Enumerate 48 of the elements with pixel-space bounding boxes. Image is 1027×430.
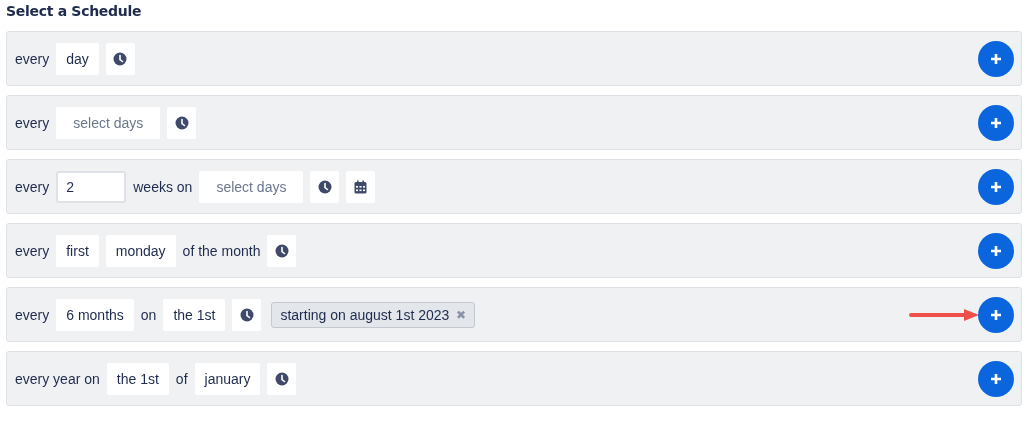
select-field[interactable]: first: [56, 234, 99, 267]
time-button[interactable]: [232, 298, 262, 331]
plus-icon: [990, 372, 1002, 385]
time-button[interactable]: [310, 170, 340, 203]
row-label: every: [15, 306, 50, 323]
row-label: of: [175, 370, 188, 387]
clock-icon: [113, 51, 128, 66]
clock-icon: [174, 115, 189, 130]
date-button[interactable]: [346, 170, 376, 203]
select-field[interactable]: select days: [199, 170, 304, 203]
time-button[interactable]: [267, 362, 297, 395]
select-field[interactable]: the 1st: [163, 298, 226, 331]
clock-icon: [274, 243, 289, 258]
row-label: every year on: [15, 370, 100, 387]
select-field[interactable]: day: [56, 42, 99, 75]
select-field[interactable]: january: [194, 362, 261, 395]
section-title: Select a Schedule: [6, 3, 143, 19]
add-button[interactable]: [978, 168, 1014, 205]
select-field[interactable]: 6 months: [56, 298, 134, 331]
clock-icon: [317, 179, 332, 194]
plus-icon: [990, 116, 1002, 129]
add-button[interactable]: [978, 360, 1014, 397]
plus-icon: [990, 244, 1002, 257]
select-field[interactable]: select days: [56, 106, 161, 139]
add-button[interactable]: [978, 40, 1014, 77]
select-field[interactable]: the 1st: [106, 362, 169, 395]
add-button[interactable]: [978, 104, 1014, 141]
clock-icon: [239, 307, 254, 322]
row-label: every: [15, 242, 50, 259]
row-label: weeks on: [133, 178, 193, 195]
time-button[interactable]: [167, 106, 197, 139]
plus-icon: [990, 52, 1002, 65]
add-button[interactable]: [978, 232, 1014, 269]
clock-icon: [274, 371, 289, 386]
add-button[interactable]: [978, 296, 1014, 333]
row-label: on: [140, 306, 157, 323]
row-label: every: [15, 114, 50, 131]
plus-icon: [990, 180, 1002, 193]
time-button[interactable]: [105, 42, 135, 75]
row-label: of the month: [182, 242, 261, 259]
select-field[interactable]: monday: [105, 234, 176, 267]
calendar-icon: [354, 179, 368, 194]
number-input[interactable]: 2: [56, 170, 127, 203]
row-label: every: [15, 178, 50, 195]
row-label: every: [15, 50, 50, 67]
plus-icon: [990, 308, 1002, 321]
time-button[interactable]: [267, 234, 297, 267]
tag-label: starting on august 1st 2023: [280, 306, 450, 323]
